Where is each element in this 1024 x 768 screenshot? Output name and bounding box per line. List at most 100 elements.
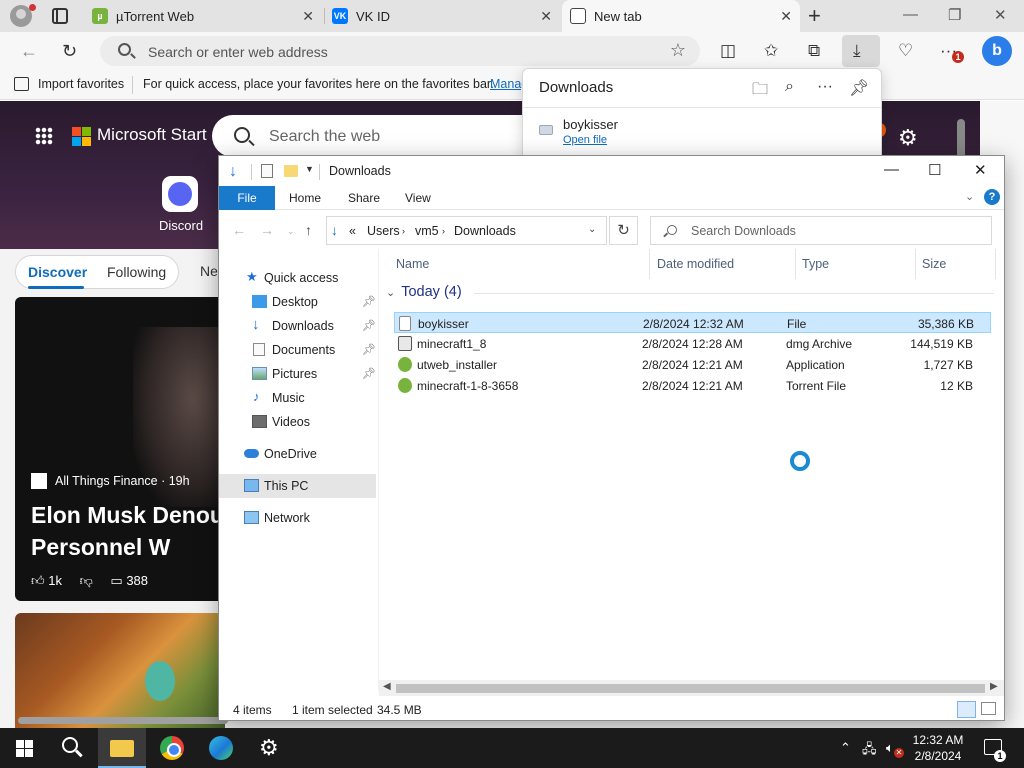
like-icon[interactable]: 👍︎	[31, 573, 45, 588]
close-tab-icon[interactable]: ✕	[540, 8, 552, 25]
close-tab-icon[interactable]: ✕	[780, 8, 792, 25]
discord-shortcut[interactable]	[162, 176, 198, 212]
page-scrollbar[interactable]	[957, 119, 965, 159]
app-launcher-icon[interactable]	[35, 127, 53, 145]
file-row[interactable]: minecraft-1-8-3658 2/8/2024 12:21 AM Tor…	[394, 375, 991, 396]
breadcrumb-separator[interactable]: ›	[402, 226, 405, 236]
search-downloads-field[interactable]: Search Downloads	[650, 216, 992, 245]
nav-pictures[interactable]: Pictures 📌︎	[219, 362, 376, 386]
minimize-icon[interactable]: —	[884, 161, 899, 178]
nav-videos[interactable]: Videos	[219, 410, 376, 434]
new-folder-icon[interactable]	[284, 165, 298, 177]
address-bar[interactable]: Search or enter web address ☆	[100, 36, 700, 66]
taskbar-edge[interactable]	[197, 728, 245, 768]
column-divider[interactable]	[915, 249, 916, 279]
tab-next[interactable]: Ne	[200, 263, 218, 279]
open-file-link[interactable]: Open file	[563, 134, 607, 146]
settings-gear-icon[interactable]: ⚙	[898, 125, 918, 151]
pin-icon[interactable]: 📌︎	[362, 367, 376, 380]
network-icon[interactable]: 🖧︎	[862, 740, 877, 762]
close-window-icon[interactable]: ✕	[994, 6, 1007, 24]
ribbon-tab-file[interactable]: File	[219, 186, 275, 210]
column-size[interactable]: Size	[922, 249, 992, 279]
comment-icon[interactable]: ▭	[110, 573, 122, 588]
column-divider[interactable]	[795, 249, 796, 279]
path-dropdown-icon[interactable]: ⌄	[588, 224, 596, 235]
news-card[interactable]: All Things Finance · 19h Elon Musk Denou…	[15, 297, 225, 601]
refresh-icon[interactable]: ↻	[609, 216, 638, 245]
ribbon-tab-home[interactable]: Home	[289, 191, 321, 205]
collapse-chevron-icon[interactable]: ⌄	[386, 286, 395, 299]
tab-utorrent[interactable]: µ µTorrent Web ✕	[84, 0, 322, 32]
forward-icon[interactable]: →	[260, 222, 274, 238]
close-tab-icon[interactable]: ✕	[302, 8, 314, 25]
group-header-today[interactable]: ⌄ Today (4)	[386, 284, 994, 300]
pin-icon[interactable]: 📌︎	[362, 343, 376, 356]
more-options-icon[interactable]: ···	[817, 78, 833, 96]
scrollbar-thumb[interactable]	[396, 684, 985, 693]
refresh-icon[interactable]: ↻	[62, 41, 77, 62]
download-icon[interactable]: ⤓	[853, 41, 861, 61]
help-icon[interactable]: ?	[984, 189, 1000, 205]
details-view-icon[interactable]	[957, 701, 976, 718]
system-clock[interactable]: 12:32 AM 2/8/2024	[910, 732, 966, 764]
nav-quick-access[interactable]: ★ Quick access	[219, 266, 376, 290]
nav-music[interactable]: ♪ Music	[219, 386, 376, 410]
scroll-left-icon[interactable]: ◀	[383, 681, 391, 692]
web-search-box[interactable]: Search the web	[212, 115, 572, 157]
new-tab-button[interactable]: +	[808, 3, 821, 29]
up-icon[interactable]: ↑	[305, 222, 312, 238]
expand-ribbon-icon[interactable]: ⌄	[965, 190, 974, 203]
downloads-button[interactable]	[842, 35, 880, 67]
column-type[interactable]: Type	[802, 249, 912, 279]
column-name[interactable]: Name	[396, 249, 651, 279]
customize-toolbar-icon[interactable]: ▼	[305, 164, 314, 174]
file-row[interactable]: utweb_installer 2/8/2024 12:21 AM Applic…	[394, 354, 991, 375]
brand-title[interactable]: Microsoft Start	[97, 125, 207, 145]
download-filename[interactable]: boykisser	[563, 117, 618, 132]
favorite-star-icon[interactable]: ☆	[670, 40, 686, 61]
minimize-icon[interactable]: —	[903, 6, 918, 23]
file-row[interactable]: boykisser 2/8/2024 12:32 AM File 35,386 …	[394, 312, 991, 333]
breadcrumb-downloads[interactable]: Downloads	[454, 224, 516, 238]
nav-downloads[interactable]: ↓ Downloads 📌︎	[219, 314, 376, 338]
nav-this-pc[interactable]: This PC	[219, 474, 376, 498]
breadcrumb-vm5[interactable]: vm5	[415, 224, 439, 238]
column-divider[interactable]	[649, 249, 650, 279]
properties-icon[interactable]	[261, 164, 273, 178]
breadcrumb-users[interactable]: Users	[367, 224, 400, 238]
path-bar[interactable]: ↓ « Users › vm5 › Downloads ⌄	[326, 216, 607, 245]
ribbon-tab-share[interactable]: Share	[348, 191, 380, 205]
start-button[interactable]	[0, 728, 48, 768]
taskbar-search-button[interactable]	[48, 728, 96, 768]
nav-onedrive[interactable]: OneDrive	[219, 442, 376, 466]
pin-icon[interactable]: 📌︎	[849, 78, 869, 98]
taskbar-chrome[interactable]	[148, 728, 196, 768]
column-divider[interactable]	[995, 249, 996, 279]
restore-icon[interactable]: ❐	[948, 6, 961, 24]
nav-desktop[interactable]: Desktop 📌︎	[219, 290, 376, 314]
horizontal-scrollbar[interactable]	[18, 717, 228, 724]
breadcrumb-overflow[interactable]: «	[349, 224, 356, 238]
browser-essentials-icon[interactable]: ♡	[898, 41, 913, 61]
tab-following[interactable]: Following	[107, 264, 166, 280]
show-hidden-icons-icon[interactable]: ⌃	[840, 740, 851, 756]
nav-network[interactable]: Network	[219, 506, 376, 530]
pin-icon[interactable]: 📌︎	[362, 319, 376, 332]
split-screen-icon[interactable]: ◫	[720, 41, 736, 61]
import-favorites-link[interactable]: Import favorites	[38, 77, 124, 91]
large-icons-view-icon[interactable]	[981, 702, 996, 715]
back-icon[interactable]: ←	[232, 222, 246, 238]
back-icon[interactable]: ←	[20, 41, 38, 62]
file-list-scrollbar[interactable]: ◀ ▶	[379, 680, 1004, 696]
news-card-game[interactable]	[15, 613, 225, 728]
maximize-icon[interactable]: ☐	[928, 161, 941, 179]
tab-vk-id[interactable]: VK VK ID ✕	[324, 0, 560, 32]
recent-locations-icon[interactable]: ⌄	[287, 226, 295, 237]
taskbar-file-explorer[interactable]	[98, 728, 146, 768]
collections-icon[interactable]: ⧉	[808, 41, 820, 61]
breadcrumb-separator[interactable]: ›	[442, 226, 445, 236]
article-headline[interactable]: Elon Musk Denou NGO Personnel W	[31, 499, 225, 563]
tab-discover[interactable]: Discover	[28, 264, 87, 280]
dislike-icon[interactable]: 👎︎	[80, 573, 93, 588]
